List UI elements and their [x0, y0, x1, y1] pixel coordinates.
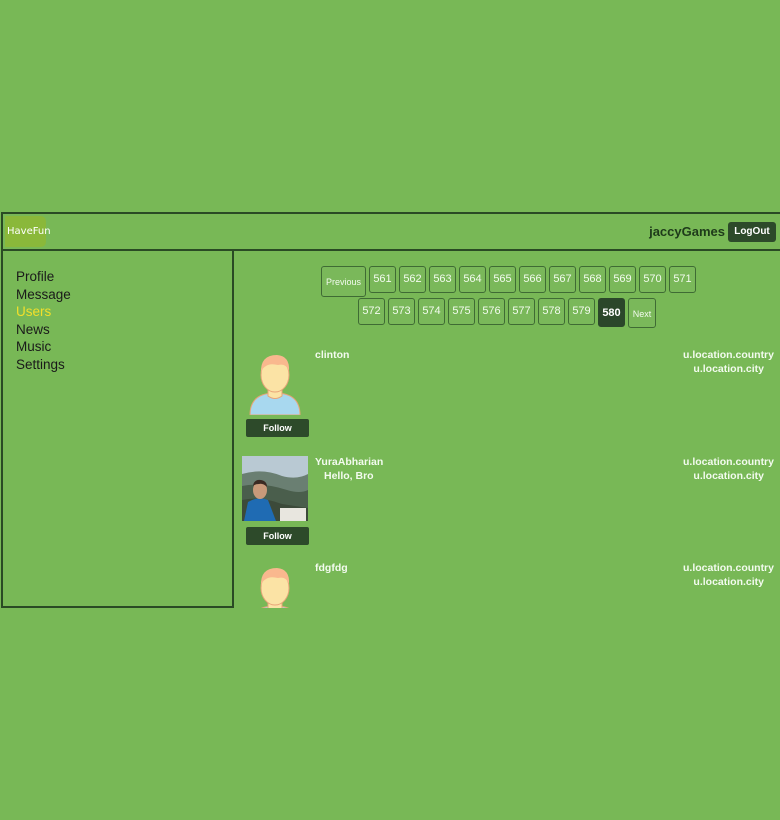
app-logo[interactable]: HaveFun [5, 216, 51, 247]
pagination-next-button[interactable]: Next [628, 298, 656, 328]
page-button[interactable]: 576 [478, 298, 505, 325]
page-button[interactable]: 568 [579, 266, 606, 293]
user-photo[interactable] [242, 456, 308, 521]
follow-button[interactable]: Follow [246, 419, 309, 437]
pagination-previous-button[interactable]: Previous [321, 266, 366, 297]
page-button-current[interactable]: 580 [598, 298, 625, 327]
page-button[interactable]: 572 [358, 298, 385, 325]
user-list-item: Follow clinton u.location.country u.loca… [236, 349, 780, 449]
user-city: u.location.city [693, 469, 764, 482]
pagination-row-2: 572 573 574 575 576 577 578 579 580 Next [358, 298, 659, 328]
users-content: Previous 561 562 563 564 565 566 567 568… [236, 251, 780, 608]
current-username: jaccyGames [649, 224, 725, 239]
sidebar-item-message[interactable]: Message [16, 286, 71, 304]
page-button[interactable]: 564 [459, 266, 486, 293]
default-avatar-icon[interactable] [242, 562, 308, 608]
page-button[interactable]: 570 [639, 266, 666, 293]
page-button[interactable]: 579 [568, 298, 595, 325]
page-button[interactable]: 565 [489, 266, 516, 293]
pagination-row-1: Previous 561 562 563 564 565 566 567 568… [321, 266, 699, 297]
user-location: u.location.country u.location.city [683, 456, 774, 483]
sidebar-item-news[interactable]: News [16, 321, 71, 339]
page-button[interactable]: 561 [369, 266, 396, 293]
user-name[interactable]: fdgfdg [315, 562, 348, 574]
user-status: Hello, Bro [324, 470, 374, 482]
user-list-item: fdgfdg u.location.country u.location.cit… [236, 562, 780, 608]
page-button[interactable]: 574 [418, 298, 445, 325]
user-location: u.location.country u.location.city [683, 562, 774, 589]
app-header: HaveFun jaccyGames LogOut [1, 212, 780, 251]
user-location: u.location.country u.location.city [683, 349, 774, 376]
page-button[interactable]: 567 [549, 266, 576, 293]
user-name[interactable]: clinton [315, 349, 349, 361]
page-button[interactable]: 569 [609, 266, 636, 293]
sidebar: Profile Message Users News Music Setting… [1, 251, 234, 608]
page-button[interactable]: 566 [519, 266, 546, 293]
sidebar-item-profile[interactable]: Profile [16, 268, 71, 286]
sidebar-item-settings[interactable]: Settings [16, 356, 71, 374]
user-city: u.location.city [693, 362, 764, 375]
page-button[interactable]: 575 [448, 298, 475, 325]
page-button[interactable]: 571 [669, 266, 696, 293]
page-button[interactable]: 562 [399, 266, 426, 293]
page-button[interactable]: 577 [508, 298, 535, 325]
page-button[interactable]: 578 [538, 298, 565, 325]
sidebar-item-users[interactable]: Users [16, 303, 71, 321]
user-name[interactable]: YuraAbharian [315, 456, 383, 468]
sidebar-nav: Profile Message Users News Music Setting… [16, 268, 71, 374]
follow-button[interactable]: Follow [246, 527, 309, 545]
user-city: u.location.city [693, 575, 764, 588]
user-country: u.location.country [682, 349, 774, 361]
user-country: u.location.country [682, 456, 774, 468]
page-button[interactable]: 563 [429, 266, 456, 293]
user-list-item: Follow YuraAbharian Hello, Bro u.locatio… [236, 456, 780, 556]
default-avatar-icon[interactable] [242, 349, 308, 415]
page-button[interactable]: 573 [388, 298, 415, 325]
sidebar-item-music[interactable]: Music [16, 338, 71, 356]
user-country: u.location.country [682, 562, 774, 574]
logout-button[interactable]: LogOut [728, 222, 776, 242]
